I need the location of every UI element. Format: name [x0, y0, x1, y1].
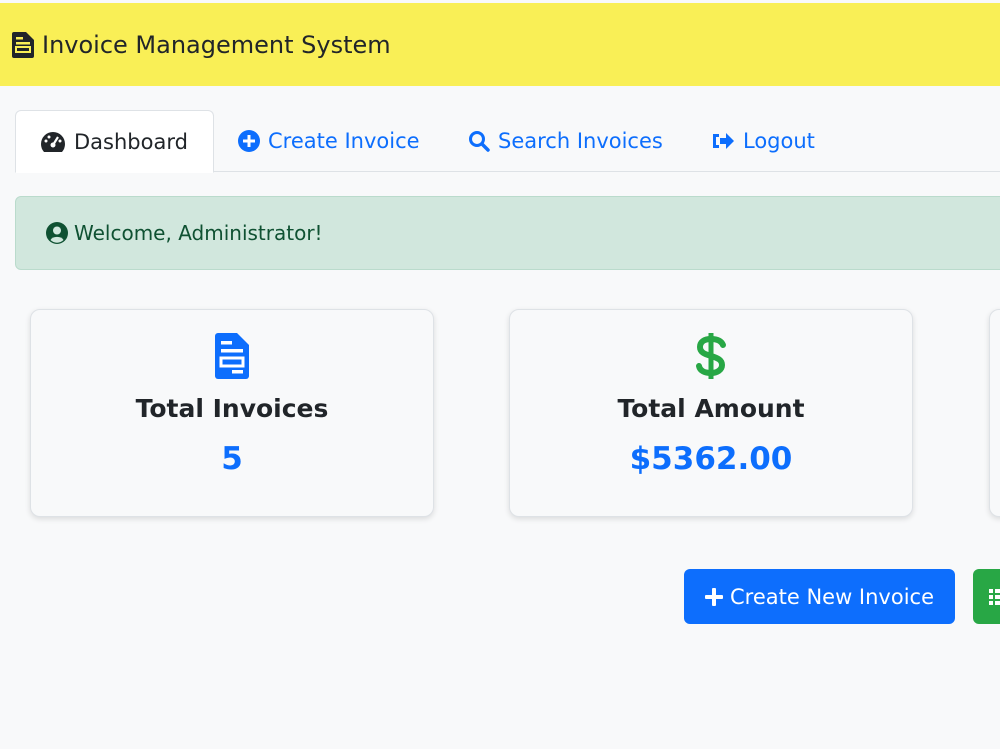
tab-search-invoices-label: Search Invoices [498, 129, 663, 153]
plus-icon [705, 587, 723, 606]
file-invoice-icon [215, 333, 249, 379]
stat-card-total-invoices: Total Invoices 5 [30, 309, 434, 517]
navbar-brand[interactable]: Invoice Management System [12, 31, 391, 59]
file-invoice-icon [12, 31, 34, 58]
tab-create-invoice-label: Create Invoice [268, 129, 420, 153]
tab-logout[interactable]: Logout [687, 110, 839, 172]
nav-tabs: Dashboard Create Invoice Search Invoices… [15, 110, 1000, 173]
tab-logout-label: Logout [743, 129, 815, 153]
stat-card-total-amount: Total Amount $5362.00 [509, 309, 913, 517]
stat-title: Total Amount [617, 394, 805, 423]
tachometer-icon [40, 131, 66, 152]
create-new-invoice-label: Create New Invoice [730, 584, 935, 609]
user-circle-icon [46, 222, 68, 244]
page: Invoice Management System Dashboard Crea… [0, 0, 1000, 749]
dollar-sign-icon [696, 333, 726, 379]
welcome-message: Welcome, Administrator! [74, 221, 323, 245]
create-new-invoice-button[interactable]: Create New Invoice [684, 569, 955, 624]
welcome-alert: Welcome, Administrator! [15, 196, 1000, 270]
plus-circle-icon [238, 130, 260, 152]
stat-card-partial [989, 309, 1000, 517]
stat-value: 5 [221, 441, 243, 477]
navbar-title: Invoice Management System [42, 30, 391, 59]
tab-create-invoice[interactable]: Create Invoice [214, 110, 444, 172]
sign-out-icon [713, 133, 734, 149]
view-invoices-button[interactable] [973, 569, 1000, 624]
stat-title: Total Invoices [135, 394, 329, 423]
tab-dashboard-label: Dashboard [74, 129, 188, 154]
tab-dashboard[interactable]: Dashboard [15, 110, 214, 173]
tab-search-invoices[interactable]: Search Invoices [444, 110, 687, 172]
list-icon [989, 588, 1000, 605]
stat-value: $5362.00 [629, 441, 793, 477]
search-icon [469, 131, 490, 152]
navbar: Invoice Management System [0, 3, 1000, 86]
